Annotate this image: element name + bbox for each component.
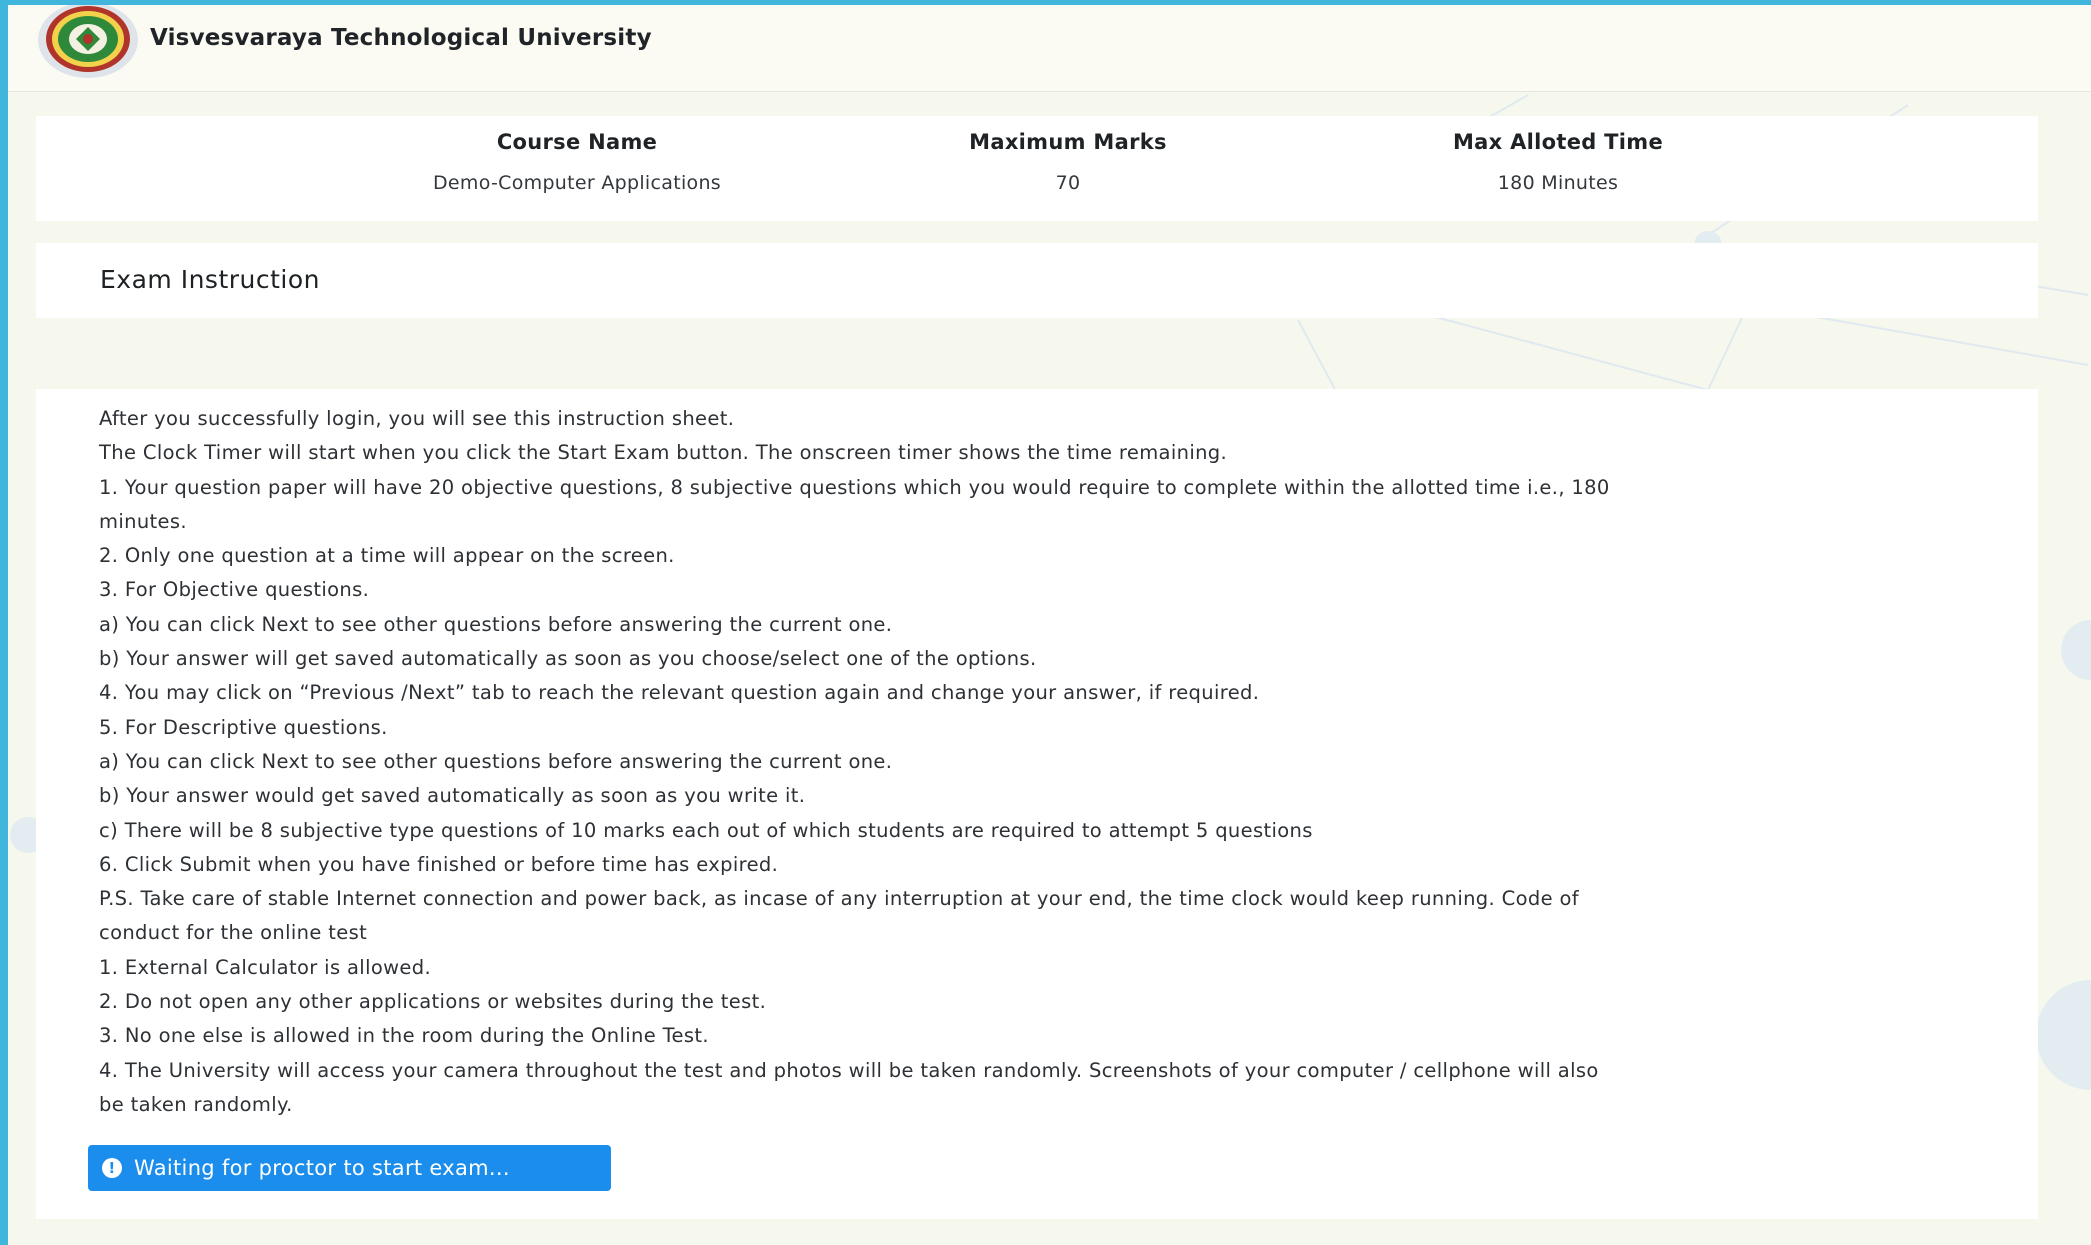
instruction-line: 5. For Descriptive questions.	[99, 715, 388, 739]
top-header: Visvesvaraya Technological University	[8, 5, 2091, 92]
max-marks-label: Maximum Marks	[969, 130, 1167, 154]
exam-page: Visvesvaraya Technological University Co…	[8, 5, 2091, 1245]
exclamation-circle-icon: !	[102, 1158, 122, 1178]
instruction-line: a) You can click Next to see other quest…	[99, 612, 893, 636]
max-time-value: 180 Minutes	[1497, 172, 1619, 194]
instruction-line: 3. For Objective questions.	[99, 578, 370, 602]
max-marks-value: 70	[1055, 172, 1081, 194]
instruction-line: 2. Only one question at a time will appe…	[99, 544, 675, 568]
instruction-line: After you successfully login, you will s…	[99, 407, 735, 430]
university-seal-logo	[38, 5, 138, 78]
instruction-body-card: After you successfully login, you will s…	[36, 389, 2038, 1219]
instruction-line: 1. Your question paper will have 20 obje…	[99, 475, 1610, 499]
university-name: Visvesvaraya Technological University	[150, 25, 652, 51]
instruction-line: P.S. Take care of stable Internet connec…	[99, 887, 1579, 911]
instruction-line: conduct for the online test	[99, 921, 368, 945]
instruction-line: The Clock Timer will start when you clic…	[99, 441, 1228, 465]
waiting-button-label: Waiting for proctor to start exam...	[134, 1156, 510, 1180]
instruction-line: 4. You may click on “Previous /Next” tab…	[99, 681, 1260, 705]
instruction-line: minutes.	[99, 509, 187, 533]
instruction-line: b) Your answer will get saved automatica…	[99, 647, 1037, 671]
instruction-header-card: Exam Instruction	[36, 243, 2038, 318]
instruction-line: 6. Click Submit when you have finished o…	[99, 852, 779, 876]
instruction-line: 4. The University will access your camer…	[99, 1058, 1599, 1082]
instruction-line: be taken randomly.	[99, 1092, 293, 1116]
course-name-label: Course Name	[496, 130, 658, 154]
course-name-value: Demo-Computer Applications	[432, 172, 721, 194]
max-time-label: Max Alloted Time	[1452, 130, 1664, 154]
waiting-for-proctor-button[interactable]: ! Waiting for proctor to start exam...	[88, 1145, 611, 1191]
instruction-line: c) There will be 8 subjective type quest…	[99, 818, 1313, 842]
course-info-card: Course Name Demo-Computer Applications M…	[36, 116, 2038, 221]
instruction-line: 1. External Calculator is allowed.	[99, 955, 432, 979]
instruction-line: 3. No one else is allowed in the room du…	[99, 1024, 709, 1048]
instruction-list: After you successfully login, you will s…	[99, 402, 2029, 1122]
instruction-title: Exam Instruction	[100, 265, 321, 294]
instruction-line: b) Your answer would get saved automatic…	[99, 784, 806, 808]
instruction-line: a) You can click Next to see other quest…	[99, 749, 893, 773]
instruction-line: 2. Do not open any other applications or…	[99, 990, 767, 1014]
